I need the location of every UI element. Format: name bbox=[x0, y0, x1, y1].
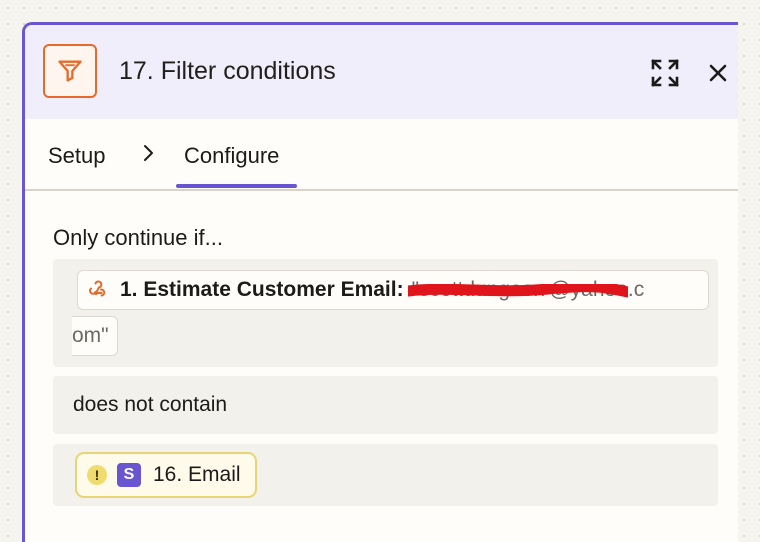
condition-select[interactable]: does not contain bbox=[73, 393, 227, 417]
redaction-mark bbox=[407, 284, 628, 298]
field-label: 1. Estimate Customer Email: bbox=[120, 278, 404, 301]
filter-panel: 17. Filter conditions Setup Configure On… bbox=[22, 22, 738, 542]
tab-setup[interactable]: Setup bbox=[48, 143, 106, 169]
field-value: "scottdungeon @yahoo.c bbox=[407, 278, 644, 302]
field-value-pill[interactable]: 1. Estimate Customer Email: "scottdungeo… bbox=[77, 270, 709, 310]
filter-icon bbox=[43, 44, 97, 98]
tab-bar: Setup Configure bbox=[25, 119, 738, 191]
compare-label: 16. Email bbox=[153, 463, 241, 486]
close-icon[interactable] bbox=[703, 55, 733, 91]
field-block[interactable]: 1. Estimate Customer Email: "scottdungeo… bbox=[53, 259, 718, 367]
active-tab-indicator bbox=[176, 184, 297, 188]
compare-value-pill[interactable]: ! S 16. Email bbox=[75, 452, 257, 498]
compare-block[interactable]: ! S 16. Email bbox=[53, 444, 718, 506]
expand-icon[interactable] bbox=[647, 55, 683, 91]
panel-title: 17. Filter conditions bbox=[119, 57, 336, 85]
panel-header: 17. Filter conditions bbox=[25, 25, 738, 119]
webhook-icon bbox=[86, 278, 110, 302]
warning-icon: ! bbox=[87, 465, 107, 485]
tab-configure[interactable]: Configure bbox=[184, 143, 279, 169]
field-value-wrap: om" bbox=[72, 316, 118, 356]
app-badge: S bbox=[117, 463, 141, 487]
chevron-right-icon bbox=[141, 143, 155, 168]
filter-heading: Only continue if... bbox=[53, 225, 223, 250]
condition-block[interactable]: does not contain bbox=[53, 376, 718, 434]
